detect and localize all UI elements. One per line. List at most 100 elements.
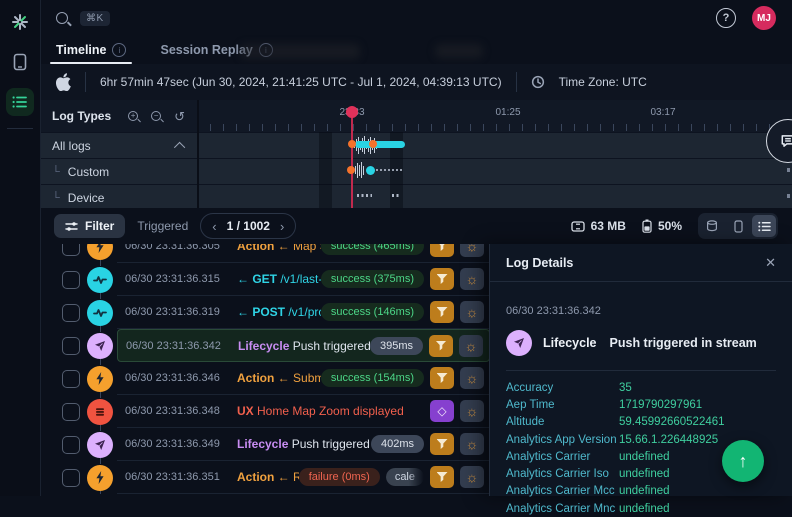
log-type-all-logs[interactable]: All logs: [40, 132, 197, 158]
filter-by-log-button[interactable]: ◇: [430, 466, 454, 488]
log-settings-button[interactable]: ☼: [460, 367, 484, 389]
redacted-blur: [240, 44, 360, 59]
chevron-up-icon[interactable]: [174, 141, 185, 152]
track-custom[interactable]: [197, 158, 792, 184]
duration-badge: 395ms: [370, 337, 423, 355]
filter-by-log-button[interactable]: ◇: [430, 400, 454, 422]
zoom-in-icon[interactable]: +: [128, 111, 138, 121]
app-logo[interactable]: [6, 8, 34, 36]
filter-by-log-button[interactable]: ◇: [430, 367, 454, 389]
pager-next-icon[interactable]: ›: [280, 220, 284, 233]
log-types-panel: Log Types + − ↺ All logs └ Custom └ Devi…: [40, 100, 199, 208]
log-settings-button[interactable]: ☼: [460, 400, 484, 422]
log-type-device[interactable]: └ Device: [40, 184, 197, 210]
row-checkbox[interactable]: [62, 244, 80, 256]
filter-button[interactable]: Filter: [54, 214, 125, 238]
funnel-icon: [437, 307, 448, 317]
detail-field: Analytics Carrier Mncundefined: [506, 500, 776, 517]
offscreen-data-mark: [787, 168, 790, 172]
row-checkbox[interactable]: [62, 403, 80, 421]
reset-zoom-icon[interactable]: ↺: [174, 110, 185, 123]
log-settings-button[interactable]: ☼: [459, 335, 483, 357]
timeline-ruler[interactable]: 23:33 01:25 03:17: [197, 100, 792, 132]
log-timestamp: 06/30 23:31:36.351: [125, 471, 237, 483]
row-checkbox[interactable]: [62, 469, 80, 487]
moment-marker[interactable]: [347, 166, 355, 174]
playhead-knob[interactable]: [346, 106, 358, 118]
log-timestamp: 06/30 23:31:36.349: [125, 438, 237, 450]
duration-badge: 402ms: [371, 435, 424, 453]
status-badge: success (465ms): [321, 244, 424, 255]
search-icon[interactable]: [56, 12, 68, 24]
memory-stat: 63 MB: [571, 219, 626, 233]
filter-by-log-button[interactable]: ◇: [430, 268, 454, 290]
log-type-custom[interactable]: └ Custom: [40, 158, 197, 184]
ux-icon: [87, 399, 113, 425]
lifecycle-icon: [87, 333, 113, 359]
log-settings-button[interactable]: ☼: [460, 268, 484, 290]
tab-timeline-label: Timeline: [56, 43, 106, 57]
filter-by-log-button[interactable]: ◇: [429, 335, 453, 357]
moment-marker[interactable]: [348, 140, 356, 148]
tab-timeline[interactable]: Timeline i: [56, 36, 126, 64]
permission-badge: cale: [386, 468, 424, 486]
event-density-marks: [355, 162, 364, 178]
top-bar: ⌘K ? MJ: [40, 0, 792, 36]
indent-icon: └: [52, 166, 60, 178]
row-checkbox[interactable]: [62, 271, 80, 289]
triggered-label[interactable]: Triggered: [137, 219, 188, 233]
log-pager: ‹ 1 / 1002 ›: [200, 213, 296, 239]
memory-icon: [571, 221, 585, 232]
chat-bubble-icon: [780, 133, 792, 149]
clock-icon: [531, 75, 545, 89]
log-timestamp: 06/30 23:31:36.342: [126, 340, 238, 352]
filter-by-log-button[interactable]: ◇: [430, 301, 454, 323]
status-badge: success (146ms): [321, 303, 424, 321]
timeline-tracks[interactable]: 23:33 01:25 03:17: [197, 100, 792, 208]
close-icon[interactable]: ✕: [765, 255, 776, 271]
log-settings-button[interactable]: ☼: [460, 466, 484, 488]
funnel-icon: [437, 274, 448, 284]
details-log-message: Push triggered in stream: [610, 336, 757, 350]
toggle-data-view[interactable]: [700, 215, 724, 237]
row-checkbox[interactable]: [62, 436, 80, 454]
avatar[interactable]: MJ: [752, 6, 776, 30]
session-span-bar[interactable]: [355, 141, 405, 148]
log-settings-button[interactable]: ☼: [460, 433, 484, 455]
up-arrow-icon: ↑: [739, 451, 748, 472]
playhead[interactable]: [351, 112, 353, 208]
moment-marker[interactable]: [369, 140, 377, 148]
log-settings-button[interactable]: ☼: [460, 244, 484, 257]
sidebar-item-logs[interactable]: [6, 88, 34, 116]
offscreen-data-mark: [787, 194, 790, 198]
sidebar-item-device[interactable]: [6, 48, 34, 76]
log-settings-button[interactable]: ☼: [460, 301, 484, 323]
filter-by-log-button[interactable]: ◇: [430, 244, 454, 257]
info-icon[interactable]: i: [112, 43, 126, 57]
zoom-out-icon[interactable]: −: [151, 111, 161, 121]
scroll-to-top-button[interactable]: ↑: [722, 440, 764, 482]
track-all-logs[interactable]: [197, 132, 792, 158]
list-toolbar: Filter Triggered ‹ 1 / 1002 › 63 MB 50%: [40, 208, 792, 244]
detail-field: Accuracy35: [506, 379, 776, 396]
log-marker[interactable]: [366, 166, 375, 175]
track-device[interactable]: [197, 184, 792, 208]
toggle-device-view[interactable]: [726, 215, 750, 237]
log-types-header: Log Types + − ↺: [40, 100, 197, 132]
row-checkbox[interactable]: [62, 370, 80, 388]
toggle-list-view[interactable]: [752, 215, 776, 237]
left-sidebar: [0, 0, 41, 496]
funnel-icon: [437, 439, 448, 449]
funnel-icon: [437, 472, 448, 482]
help-icon[interactable]: ?: [716, 8, 736, 28]
row-checkbox[interactable]: [62, 304, 80, 322]
sidebar-divider: [7, 128, 33, 129]
pager-prev-icon[interactable]: ‹: [212, 220, 216, 233]
log-type-label: All logs: [52, 139, 91, 153]
pager-count: 1 / 1002: [227, 219, 270, 233]
filter-by-log-button[interactable]: ◇: [430, 433, 454, 455]
phone-icon: [734, 220, 743, 233]
ruler-label: 01:25: [495, 107, 520, 118]
action-icon: [87, 244, 113, 260]
row-checkbox[interactable]: [62, 337, 80, 355]
